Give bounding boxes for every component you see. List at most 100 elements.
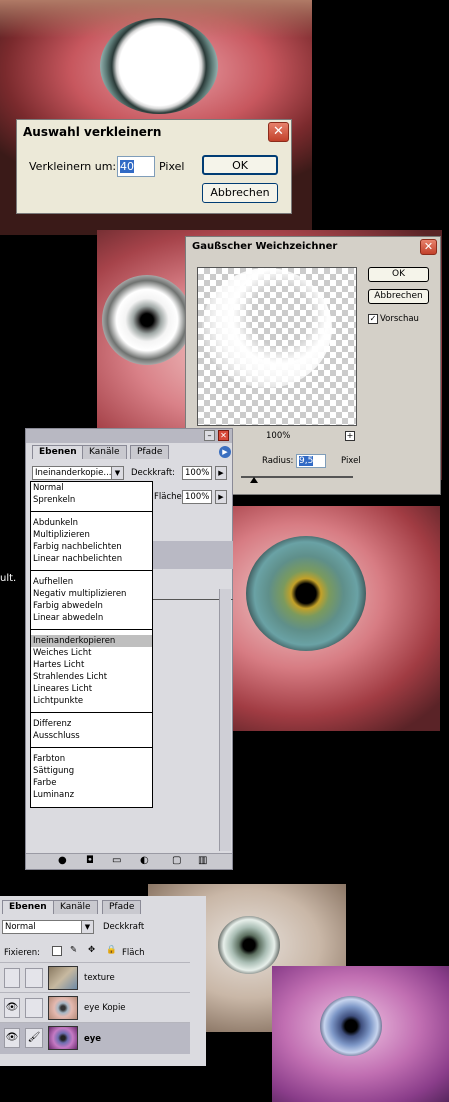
blend-mode-item[interactable]: Farbton [31,753,152,765]
blend-mode-item[interactable]: Farbe [31,777,152,789]
lock-transparent-icon[interactable] [52,946,62,956]
eye-visibility-icon[interactable]: 👁 [4,1028,20,1048]
zoom-level: 100% [266,431,291,441]
shrink-value-input[interactable]: 40 [117,156,155,177]
eye-iris-selected [100,18,218,114]
eye-iris-colored [246,536,366,651]
fill-label: Fläch [122,948,145,958]
shrink-unit: Pixel [159,160,185,173]
dialog-title: Auswahl verkleinern [17,120,291,144]
trash-icon[interactable]: ▥ [198,855,207,866]
link-toggle[interactable] [25,968,43,988]
new-layer-icon[interactable]: ▢ [172,855,181,866]
blend-mode-item[interactable]: Weiches Licht [31,647,152,659]
blend-mode-item[interactable]: Normal [31,482,152,494]
blend-mode-item[interactable]: Sprenkeln [31,494,152,506]
tab-channels[interactable]: Kanäle [82,445,127,459]
blur-preview-glow [202,268,332,388]
blend-mode-item[interactable]: Abdunkeln [31,517,152,529]
tab-channels[interactable]: Kanäle [53,900,98,914]
layer-name: texture [84,973,115,983]
lock-label: Fixieren: [4,948,41,958]
layer-row-eye-copy[interactable]: 👁 eye Kopie [0,992,190,1022]
minimize-button[interactable]: – [204,430,215,441]
lock-all-icon[interactable]: 🔒 [106,945,117,955]
eye-visibility-icon[interactable]: 👁 [4,998,20,1018]
layer-row-eye[interactable]: 👁 🖌 eye [0,1022,190,1054]
radius-input[interactable]: 9,5 [296,454,326,468]
blend-mode-select[interactable]: Normal ▼ [2,920,94,934]
tab-paths[interactable]: Pfade [130,445,170,459]
add-mask-icon[interactable]: ◘ [86,855,94,866]
blend-mode-item[interactable]: Lichtpunkte [31,695,152,707]
blend-mode-item[interactable]: Luminanz [31,789,152,801]
opacity-arrow[interactable]: ▶ [215,466,227,480]
blend-mode-item[interactable]: Hartes Licht [31,659,152,671]
tab-paths[interactable]: Pfade [102,900,142,914]
panel-footer: ● ◘ ▭ ◐ ▢ ▥ [26,853,232,869]
cancel-button[interactable]: Abbrechen [202,183,278,203]
layer-thumbnail [48,1026,78,1050]
preview-checkbox[interactable]: ✓ [368,314,378,324]
ok-button[interactable]: OK [368,267,429,282]
tab-layers[interactable]: Ebenen [32,445,84,459]
eye-photo-3 [218,506,440,731]
chevron-down-icon: ▼ [81,921,93,933]
opacity-label: Deckkraft [103,922,145,932]
zoom-in-button[interactable]: + [345,431,355,441]
fill-input[interactable]: 100% [182,490,212,504]
menu-separator [31,629,152,630]
link-layers-icon[interactable]: ● [58,855,67,866]
cancel-button[interactable]: Abbrechen [368,289,429,304]
eye-photo-5 [272,966,449,1102]
close-button[interactable]: ✕ [420,239,437,255]
blend-mode-item[interactable]: Strahlendes Licht [31,671,152,683]
blend-mode-item[interactable]: Multiplizieren [31,529,152,541]
radius-label: Radius: [262,456,294,466]
panel-header-bar: – ✕ [26,429,232,443]
radius-unit: Pixel [341,456,361,466]
opacity-label: Deckkraft: [131,468,176,478]
blend-mode-item[interactable]: Aufhellen [31,576,152,588]
close-button[interactable]: ✕ [268,122,289,142]
close-button[interactable]: ✕ [218,430,229,441]
layer-row-texture[interactable]: texture [0,962,190,992]
lock-move-icon[interactable]: ✥ [88,945,95,955]
brush-icon[interactable]: 🖌 [25,1028,43,1048]
dialog-titlebar: Gaußscher Weichzeichner ✕ [186,237,440,257]
blend-mode-item[interactable]: Ineinanderkopieren [31,635,152,647]
ok-button[interactable]: OK [202,155,278,175]
link-toggle[interactable] [25,998,43,1018]
eye-iris-pale [218,916,280,974]
new-group-icon[interactable]: ▭ [112,855,121,866]
panel-scrollbar[interactable] [219,589,231,851]
radius-slider-handle[interactable] [250,477,258,483]
preview-label: Vorschau [380,314,419,324]
blend-mode-select[interactable]: Ineinanderkopie... ▼ [32,466,124,480]
layers-panel-bottom: Ebenen Kanäle Pfade Normal ▼ Deckkraft F… [0,896,206,1066]
lock-paint-icon[interactable]: ✎ [70,945,77,955]
blend-mode-item[interactable]: Ausschluss [31,730,152,742]
side-text: ult. [0,573,17,584]
blend-mode-item[interactable]: Farbig nachbelichten [31,541,152,553]
blend-mode-item[interactable]: Negativ multiplizieren [31,588,152,600]
adjustment-layer-icon[interactable]: ◐ [140,855,149,866]
fill-arrow[interactable]: ▶ [215,490,227,504]
opacity-input[interactable]: 100% [182,466,212,480]
panel-menu-arrow[interactable]: ▶ [219,446,231,458]
layer-name: eye Kopie [84,1003,126,1013]
eye-iris-purple [320,996,382,1056]
tab-layers[interactable]: Ebenen [2,900,54,914]
blend-mode-item[interactable]: Differenz [31,718,152,730]
blend-mode-item[interactable]: Lineares Licht [31,683,152,695]
layer-row-highlight [151,541,233,569]
blend-mode-item[interactable]: Farbig abwedeln [31,600,152,612]
blend-mode-item[interactable]: Sättigung [31,765,152,777]
layer-name: eye [84,1034,102,1044]
shrink-label: Verkleinern um: [29,160,117,173]
chevron-down-icon: ▼ [111,467,123,479]
blend-mode-item[interactable]: Linear abwedeln [31,612,152,624]
blend-mode-item[interactable]: Linear nachbelichten [31,553,152,565]
blend-mode-menu[interactable]: Normal Sprenkeln Abdunkeln Multiplizieren Fa… [30,481,153,808]
visibility-toggle[interactable] [4,968,20,988]
